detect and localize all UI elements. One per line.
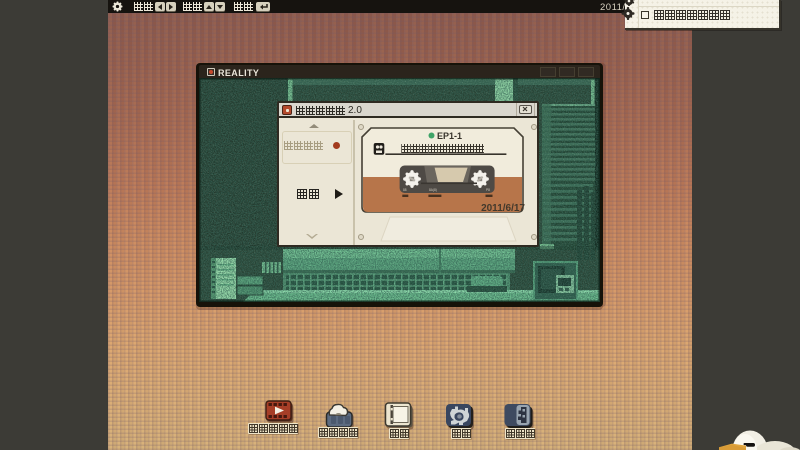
svg-text:2011/6/17: 2011/6/17 — [481, 203, 525, 214]
svg-text:EP1-1: EP1-1 — [437, 131, 462, 141]
svg-text:8A(8): 8A(8) — [429, 188, 437, 192]
svg-text:P8: P8 — [486, 188, 490, 192]
svg-text:88: 88 — [403, 188, 407, 192]
